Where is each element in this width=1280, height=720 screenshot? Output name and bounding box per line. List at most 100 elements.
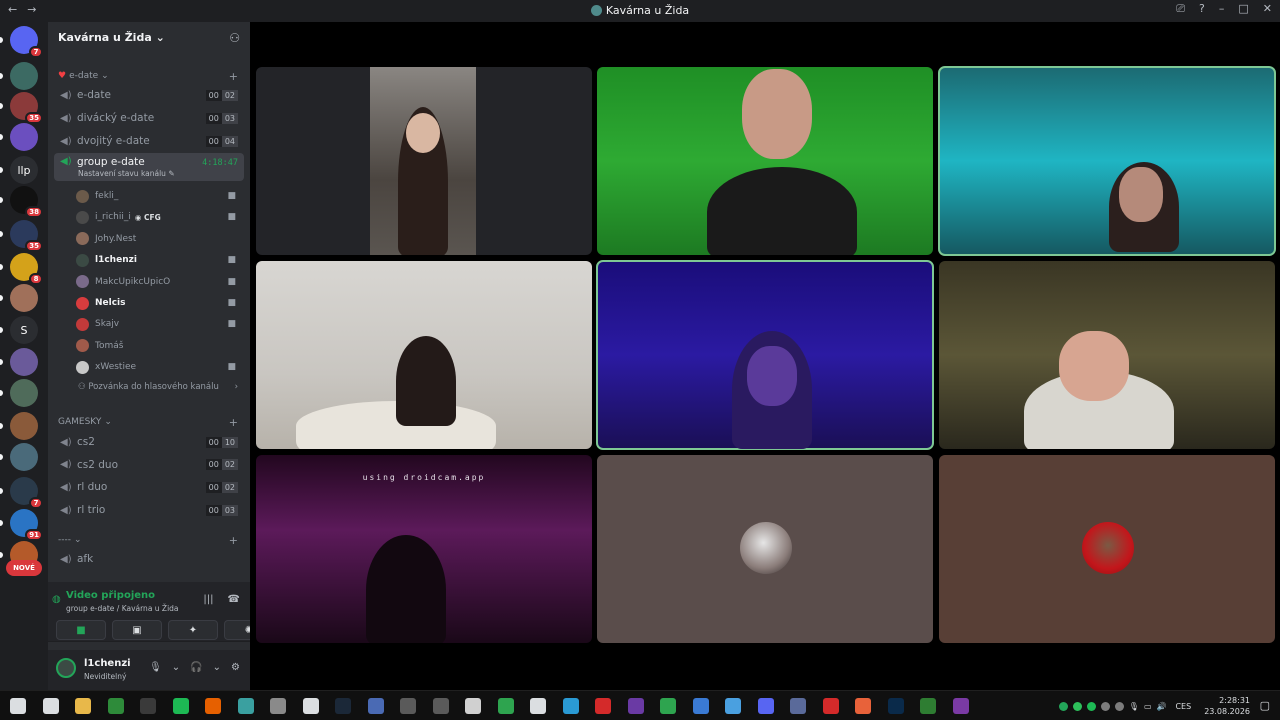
voice-channel[interactable]: ◀) afk <box>54 549 244 569</box>
taskbar-app-icon[interactable] <box>822 698 839 714</box>
maximize-button[interactable]: □ <box>1238 2 1248 16</box>
server-icon[interactable] <box>10 348 38 376</box>
taskbar-app-icon[interactable] <box>725 698 741 714</box>
server-icon[interactable] <box>10 412 38 440</box>
voice-channel[interactable]: ◀) rl trio 00 03 <box>54 500 244 520</box>
voice-user[interactable]: l1chenzi ■ <box>76 250 238 270</box>
video-tile[interactable]: using droidcam.app <box>256 455 592 643</box>
server-icon[interactable]: 91 <box>10 509 43 541</box>
taskbar-app-icon[interactable] <box>172 698 189 714</box>
video-tile[interactable] <box>597 67 933 255</box>
video-tile-avatar[interactable] <box>939 455 1275 643</box>
voice-location[interactable]: group e-date / Kavárna u Žida <box>66 604 179 613</box>
taskbar-app-icon[interactable] <box>367 698 384 714</box>
taskbar-app-icon[interactable] <box>465 698 481 714</box>
taskbar-app-icon[interactable] <box>107 698 124 714</box>
voice-user[interactable]: Skajv ■ <box>76 314 238 334</box>
video-tile[interactable] <box>256 67 592 255</box>
mic-icon[interactable]: 🎙 <box>1129 702 1139 711</box>
noise-suppression-icon[interactable]: ||| <box>203 594 213 605</box>
clock[interactable]: 2:28:31 23.08.2026 <box>1204 695 1250 717</box>
language-indicator[interactable]: CES <box>1175 702 1191 711</box>
chevron-down-icon[interactable]: ⌄ <box>213 662 221 673</box>
tray-app-icon[interactable] <box>1072 701 1082 711</box>
signal-icon[interactable]: ◍ <box>52 594 61 605</box>
server-icon[interactable]: 35 <box>10 220 43 252</box>
taskbar-app-icon[interactable] <box>952 698 969 714</box>
new-badge[interactable]: NOVÉ <box>6 560 42 576</box>
server-icon[interactable]: S <box>10 316 38 344</box>
taskbar-app-icon[interactable] <box>400 698 416 714</box>
taskbar-app-icon[interactable] <box>595 698 611 714</box>
add-member-icon[interactable]: ⚇ <box>229 31 240 45</box>
video-tile[interactable] <box>939 261 1275 449</box>
chevron-down-icon[interactable]: ⌄ <box>172 662 180 673</box>
invite-to-voice[interactable]: ⚇ Pozvánka do hlasového kanálu › <box>78 382 238 392</box>
voice-channel[interactable]: ◀) cs2 00 10 <box>54 432 244 452</box>
network-icon[interactable]: ▭ <box>1144 702 1152 711</box>
screen-share-button[interactable]: ▣ <box>112 620 162 640</box>
taskbar-app-icon[interactable] <box>75 698 91 714</box>
voice-channel[interactable]: ◀) e-date 00 02 <box>54 85 244 105</box>
taskbar-app-icon[interactable] <box>562 698 579 714</box>
tray-app-icon[interactable] <box>1100 701 1110 711</box>
inbox-icon[interactable]: ⎚ <box>1176 2 1185 16</box>
voice-status[interactable]: Video připojeno <box>66 590 155 601</box>
gear-icon[interactable]: ⚙ <box>231 662 240 673</box>
taskbar-app-icon[interactable] <box>335 698 351 714</box>
server-icon[interactable] <box>10 443 38 471</box>
category-header[interactable]: GAMESKY ⌄ + <box>58 416 240 429</box>
server-icon[interactable]: 7 <box>10 477 43 509</box>
voice-channel[interactable]: ◀) rl duo 00 02 <box>54 477 244 497</box>
category-header[interactable]: ♥ e-date ⌄ + <box>58 70 240 83</box>
username[interactable]: l1chenzi <box>84 658 131 669</box>
server-icon[interactable]: llp <box>10 156 38 184</box>
channel-status[interactable]: Nastavení stavu kanálu ✎ <box>78 169 175 178</box>
minimize-button[interactable]: – <box>1219 2 1225 16</box>
close-button[interactable]: ✕ <box>1263 2 1272 16</box>
add-channel-icon[interactable]: + <box>229 416 238 429</box>
category-header[interactable]: ---- ⌄ + <box>58 534 240 547</box>
server-header[interactable]: Kavárna u Žida ⌄ ⚇ <box>48 22 250 52</box>
taskbar-app-icon[interactable] <box>10 698 26 714</box>
help-icon[interactable]: ? <box>1199 2 1205 16</box>
taskbar-app-icon[interactable] <box>140 698 156 714</box>
voice-channel[interactable]: ◀) divácký e-date 00 03 <box>54 108 244 128</box>
voice-user[interactable]: Nelcis ■ <box>76 293 238 313</box>
voice-user[interactable]: i_richii_i ◉ CFG ■ <box>76 207 238 227</box>
speaker-icon[interactable]: 🔊 <box>1157 702 1167 711</box>
notification-icon[interactable]: ▢ <box>1260 699 1270 712</box>
voice-user[interactable]: xWestiee ■ <box>76 357 238 377</box>
taskbar-app-icon[interactable] <box>790 698 806 714</box>
video-tile[interactable] <box>938 66 1276 256</box>
add-channel-icon[interactable]: + <box>229 534 238 547</box>
tray-app-icon[interactable] <box>1114 701 1124 711</box>
taskbar-app-icon[interactable] <box>237 698 254 714</box>
video-tile-avatar[interactable] <box>597 455 933 643</box>
voice-channel[interactable]: ◀) cs2 duo 00 02 <box>54 455 244 475</box>
tray-app-icon[interactable] <box>1058 701 1068 711</box>
activities-button[interactable]: ✦ <box>168 620 218 640</box>
server-icon[interactable]: 38 <box>10 186 43 218</box>
disconnect-icon[interactable]: ☎ <box>228 594 240 605</box>
taskbar-app-icon[interactable] <box>692 698 709 714</box>
taskbar-app-icon[interactable] <box>660 698 676 714</box>
mic-icon[interactable]: 🎙 <box>149 662 162 673</box>
taskbar-app-icon[interactable] <box>432 698 449 714</box>
taskbar-app-icon[interactable] <box>530 698 546 714</box>
taskbar-app-icon[interactable] <box>42 698 59 714</box>
server-icon[interactable] <box>10 379 38 407</box>
server-icon[interactable]: 35 <box>10 92 43 124</box>
camera-button[interactable]: ■ <box>56 620 106 640</box>
taskbar-app-icon[interactable] <box>887 698 904 714</box>
video-tile[interactable] <box>256 261 592 449</box>
voice-user[interactable]: Johy.Nest <box>76 229 238 249</box>
taskbar-app-icon[interactable] <box>627 698 644 714</box>
headphones-icon[interactable]: 🎧 <box>190 662 202 673</box>
voice-channel-active[interactable]: ◀) group e-date 4:18:47 Nastavení stavu kan… <box>54 153 244 181</box>
server-icon[interactable] <box>10 62 38 90</box>
taskbar-app-icon[interactable] <box>270 698 286 714</box>
taskbar-app-icon[interactable] <box>855 698 871 714</box>
taskbar-app-icon[interactable] <box>757 698 774 714</box>
voice-user[interactable]: fekli_ ■ <box>76 186 238 206</box>
